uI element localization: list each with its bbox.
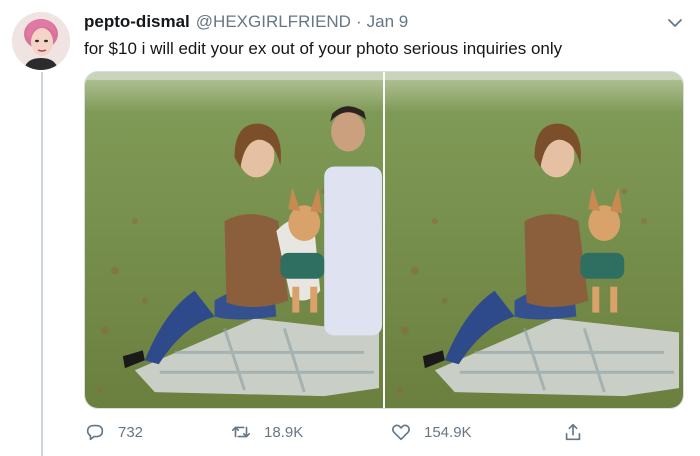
thread-line [41,72,43,456]
retweet-button[interactable]: 18.9K [230,418,303,446]
share-button[interactable] [562,418,584,446]
like-button[interactable]: 154.9K [390,418,472,446]
reply-count: 732 [118,423,144,441]
tweet-header: pepto-dismal @HEXGIRLFRIEND · Jan 9 [84,12,408,34]
display-name[interactable]: pepto-dismal [84,12,190,32]
tweet-actions: 732 18.9K 154.9K [84,418,684,446]
avatar[interactable] [12,12,70,70]
photo-original[interactable] [85,72,383,408]
share-icon [565,423,581,441]
user-handle[interactable]: @HEXGIRLFRIEND [196,12,351,32]
tweet-text: for $10 i will edit your ex out of your … [84,39,563,58]
chevron-down-icon[interactable] [666,14,684,32]
tweet-date[interactable]: Jan 9 [367,12,409,32]
reply-icon [86,424,104,441]
photo-edited[interactable] [385,72,683,408]
reply-button[interactable]: 732 [84,418,143,446]
retweet-icon [231,426,251,438]
heart-icon [392,424,410,441]
separator: · [355,12,362,31]
retweet-count: 18.9K [264,423,304,441]
media-grid [84,71,684,409]
like-count: 154.9K [424,423,472,441]
